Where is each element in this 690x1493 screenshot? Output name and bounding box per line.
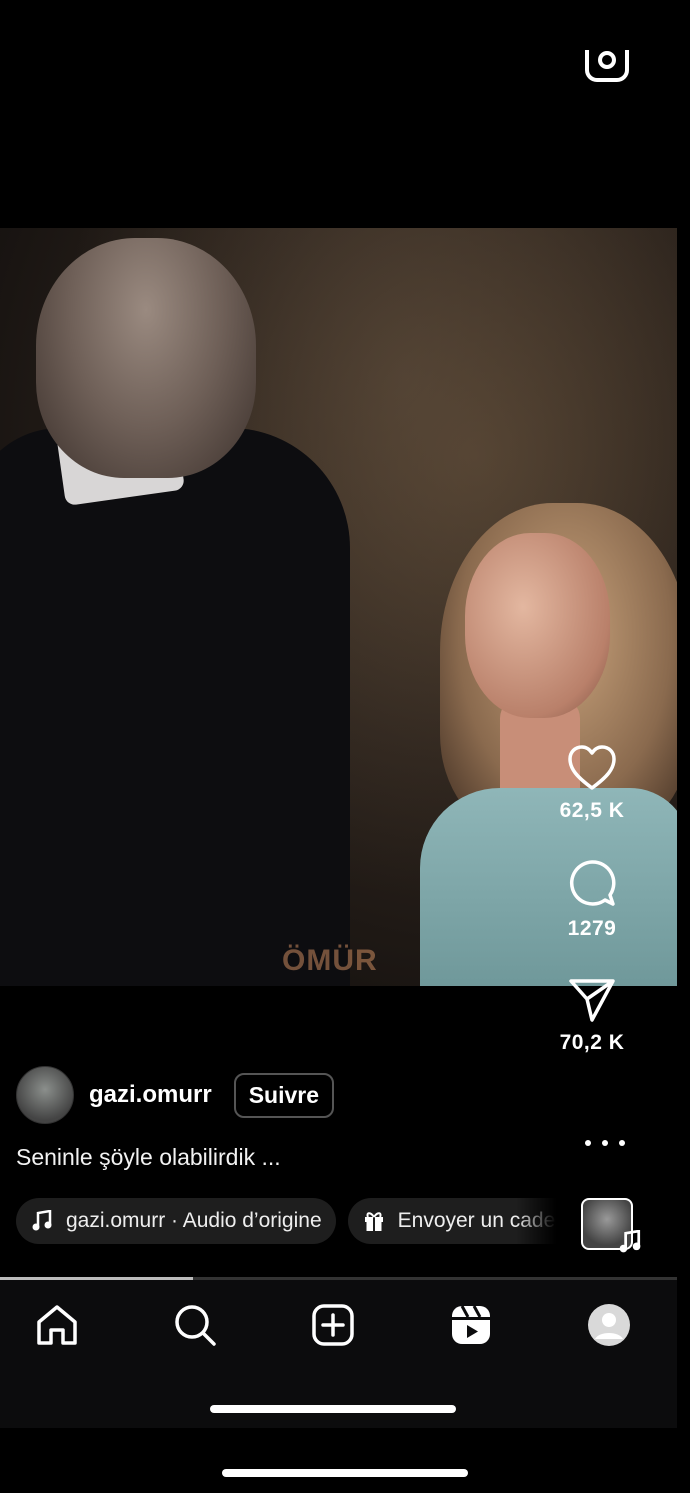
reels-icon	[452, 1305, 490, 1344]
tab-home[interactable]	[34, 1302, 80, 1348]
caption[interactable]: Seninle şöyle olabilirdik ...	[16, 1144, 281, 1171]
more-options-icon[interactable]	[585, 1128, 625, 1158]
author-row: gazi.omurr Suivre	[16, 1066, 335, 1124]
follow-button[interactable]: Suivre	[233, 1072, 335, 1118]
gift-icon	[364, 1212, 383, 1231]
avatar[interactable]	[16, 1066, 74, 1124]
audio-chip[interactable]: gazi.omurr · Audio d’origine	[16, 1198, 336, 1244]
device-home-indicator[interactable]	[222, 1469, 468, 1477]
camera-icon[interactable]	[585, 50, 629, 84]
username[interactable]: gazi.omurr	[89, 1081, 212, 1109]
share-count: 70,2 K	[559, 1031, 625, 1054]
video-figure-woman-face	[465, 533, 610, 718]
send-icon[interactable]	[568, 977, 616, 1023]
video-watermark: ÖMÜR	[282, 944, 378, 977]
create-icon	[312, 1304, 354, 1346]
heart-icon[interactable]	[567, 745, 617, 791]
chip-fade	[516, 1198, 556, 1244]
video-figure-man-body	[0, 428, 350, 986]
profile-icon	[588, 1304, 630, 1346]
music-note-icon	[619, 1230, 641, 1253]
side-actions: 62,5 K 1279 70,2 K	[547, 745, 637, 1091]
tab-reels[interactable]	[448, 1302, 494, 1348]
tab-create[interactable]	[310, 1302, 356, 1348]
video-figure-man-head	[36, 238, 256, 478]
search-icon	[175, 1305, 216, 1346]
tab-profile[interactable]	[586, 1302, 632, 1348]
chip-row: gazi.omurr · Audio d’origine Envoyer un …	[16, 1198, 556, 1244]
share-action[interactable]: 70,2 K	[547, 977, 637, 1055]
bottom-tab-bar	[0, 1280, 677, 1428]
home-icon	[37, 1305, 77, 1345]
comment-count: 1279	[567, 917, 617, 940]
audio-chip-label: gazi.omurr · Audio d’origine	[66, 1209, 322, 1232]
music-note-icon	[32, 1210, 52, 1231]
like-action[interactable]: 62,5 K	[547, 745, 637, 823]
app-home-indicator	[210, 1405, 456, 1413]
like-count: 62,5 K	[559, 799, 625, 822]
tab-search[interactable]	[172, 1302, 218, 1348]
comment-icon[interactable]	[567, 859, 617, 909]
reels-screen: ÖMÜR 62,5 K 1279 70,2 K gazi.omurr Suivr…	[0, 0, 677, 1428]
comment-action[interactable]: 1279	[547, 859, 637, 941]
